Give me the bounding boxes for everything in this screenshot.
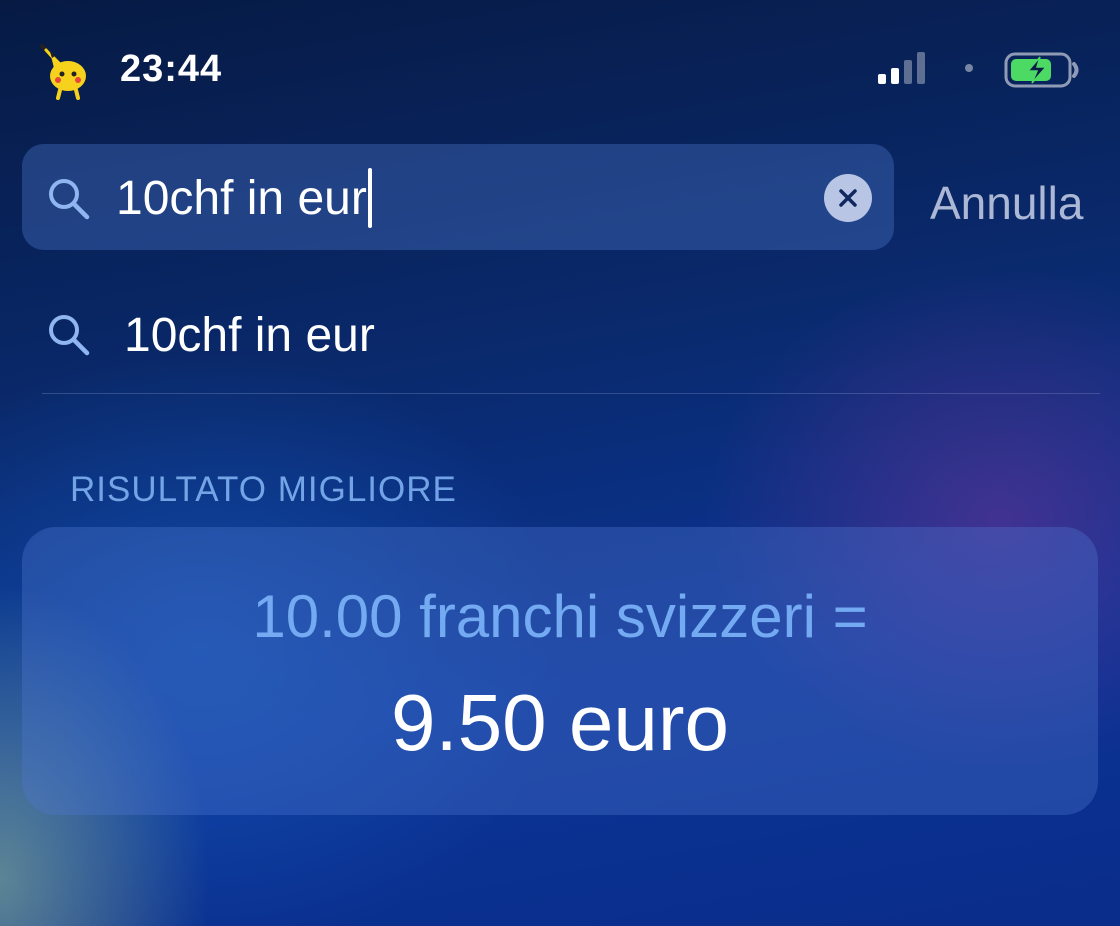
carrier-symbol-icon	[952, 50, 986, 84]
search-suggestion[interactable]: 10chf in eur	[44, 300, 1100, 372]
signal-strength-icon	[878, 50, 925, 84]
pikachu-sticker-icon	[40, 44, 86, 100]
search-input[interactable]: 10chf in eur	[116, 168, 372, 228]
conversion-source: 10.00 franchi svizzeri =	[252, 583, 868, 650]
suggestion-label: 10chf in eur	[124, 309, 375, 362]
battery-charging-icon	[1004, 52, 1079, 88]
status-bar: 23:44	[0, 0, 1120, 130]
clock: 23:44	[120, 48, 223, 90]
cancel-button[interactable]: Annulla	[930, 176, 1083, 230]
text-cursor	[367, 168, 372, 228]
search-icon	[49, 315, 90, 356]
search-icon	[49, 179, 90, 220]
search-query-text: 10chf in eur	[116, 171, 367, 225]
clear-search-button[interactable]	[824, 174, 872, 222]
conversion-result-card[interactable]: 10.00 franchi svizzeri = 9.50 euro	[22, 527, 1098, 815]
clear-icon	[839, 189, 857, 207]
section-title: RISULTATO MIGLIORE	[70, 470, 457, 509]
divider	[42, 393, 1100, 394]
conversion-result: 9.50 euro	[390, 678, 730, 767]
